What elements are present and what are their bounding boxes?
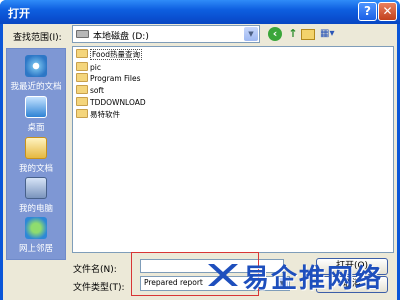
title-bar[interactable]: 打开 ? ✕	[0, 0, 400, 24]
views-menu-icon[interactable]: ▦▾	[320, 27, 334, 41]
place-label: 网上邻居	[18, 244, 53, 254]
file-name: Program Files	[90, 74, 141, 83]
file-name: pic	[90, 63, 101, 72]
file-name: 易特软件	[90, 110, 120, 119]
help-button[interactable]: ?	[358, 2, 377, 21]
drive-icon	[76, 30, 89, 38]
place-network[interactable]: 网上邻居	[7, 217, 65, 254]
list-item[interactable]: 易特软件	[76, 109, 120, 121]
places-bar: 我最近的文档 桌面 我的文档 我的电脑 网上邻居	[6, 48, 66, 260]
open-file-dialog: 打开 ? ✕ 查找范围(I): 本地磁盘 (D:) ▼ ‹ ↑ ▦▾ 我最近的文…	[0, 0, 400, 300]
place-label: 我最近的文档	[10, 82, 62, 92]
place-desktop[interactable]: 桌面	[7, 96, 65, 133]
filetype-label: 文件类型(T):	[73, 283, 125, 293]
folder-icon	[76, 73, 88, 82]
back-arrow-icon[interactable]: ‹	[268, 27, 282, 41]
place-label: 我的电脑	[18, 204, 53, 214]
list-item[interactable]: Food热量查询	[76, 49, 142, 61]
watermark-logo	[208, 264, 238, 286]
list-item[interactable]: soft	[76, 85, 104, 97]
desktop-icon	[25, 96, 47, 118]
place-label: 桌面	[27, 123, 45, 133]
list-item[interactable]: TDDOWNLOAD	[76, 97, 146, 109]
place-my-documents[interactable]: 我的文档	[7, 137, 65, 174]
file-name: soft	[90, 86, 104, 95]
lookin-dropdown[interactable]: 本地磁盘 (D:) ▼	[72, 25, 260, 43]
up-folder-icon[interactable]: ↑	[286, 27, 300, 41]
list-item[interactable]: Program Files	[76, 73, 141, 85]
file-list[interactable]: Food热量查询 pic Program Files soft TDDOWNLO…	[72, 46, 394, 253]
place-my-computer[interactable]: 我的电脑	[7, 177, 65, 214]
folder-icon	[76, 85, 88, 94]
network-places-icon	[25, 217, 47, 239]
file-name: TDDOWNLOAD	[90, 98, 146, 107]
watermark-text: 易企推网络	[243, 264, 384, 294]
chevron-down-icon[interactable]: ▼	[244, 27, 258, 41]
folder-icon	[76, 109, 88, 118]
folder-icon	[76, 62, 88, 71]
close-button[interactable]: ✕	[378, 2, 397, 21]
my-documents-icon	[25, 137, 47, 159]
file-name: Food热量查询	[90, 49, 142, 60]
folder-icon	[76, 97, 88, 106]
filename-label: 文件名(N):	[73, 265, 117, 275]
my-computer-icon	[25, 177, 47, 199]
lookin-value: 本地磁盘 (D:)	[93, 32, 149, 42]
recent-documents-icon	[25, 55, 47, 77]
place-label: 我的文档	[18, 164, 53, 174]
lookin-label: 查找范围(I):	[13, 33, 62, 43]
new-folder-icon[interactable]	[301, 29, 315, 40]
folder-icon	[76, 49, 88, 58]
place-recent-documents[interactable]: 我最近的文档	[7, 55, 65, 92]
window-title: 打开	[8, 7, 30, 20]
